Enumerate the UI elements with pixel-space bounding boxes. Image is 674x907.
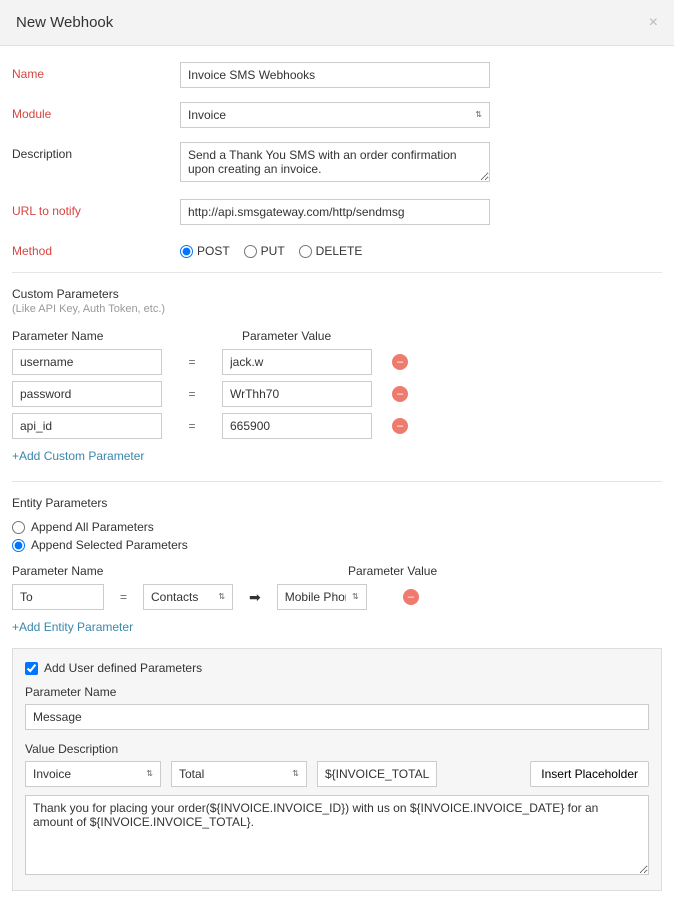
remove-icon[interactable]: – xyxy=(392,386,408,402)
name-input[interactable] xyxy=(180,62,490,88)
custom-param-value-input[interactable] xyxy=(222,349,372,375)
ud-param-name-input[interactable] xyxy=(25,704,649,730)
url-label: URL to notify xyxy=(12,199,180,218)
module-select[interactable]: Invoice xyxy=(180,102,490,128)
value-desc-select2[interactable]: Total xyxy=(171,761,307,787)
description-textarea[interactable]: Send a Thank You SMS with an order confi… xyxy=(180,142,490,182)
equals-icon: = xyxy=(162,355,222,369)
remove-icon[interactable]: – xyxy=(403,589,419,605)
ud-param-name-label: Parameter Name xyxy=(25,685,649,699)
custom-param-row: = – xyxy=(12,349,662,375)
message-textarea[interactable]: Thank you for placing your order(${INVOI… xyxy=(25,795,649,875)
param-name-header: Parameter Name xyxy=(12,329,182,343)
entity-params-title: Entity Parameters xyxy=(12,496,662,510)
custom-param-value-input[interactable] xyxy=(222,413,372,439)
entity-param-name-header: Parameter Name xyxy=(12,564,348,578)
custom-param-row: = – xyxy=(12,381,662,407)
value-desc-label: Value Description xyxy=(25,742,649,756)
append-selected-radio[interactable]: Append Selected Parameters xyxy=(12,538,662,552)
custom-param-name-input[interactable] xyxy=(12,349,162,375)
method-post-radio[interactable]: POST xyxy=(180,244,230,258)
user-defined-section: Add User defined Parameters Parameter Na… xyxy=(12,648,662,891)
placeholder-value-input[interactable] xyxy=(317,761,437,787)
custom-params-subtitle: (Like API Key, Auth Token, etc.) xyxy=(12,303,662,315)
close-icon[interactable]: × xyxy=(649,14,658,32)
insert-placeholder-button[interactable]: Insert Placeholder xyxy=(530,761,649,787)
add-entity-param-link[interactable]: +Add Entity Parameter xyxy=(12,620,133,634)
custom-param-name-input[interactable] xyxy=(12,413,162,439)
method-label: Method xyxy=(12,239,180,258)
entity-source-select[interactable]: Contacts xyxy=(143,584,233,610)
url-input[interactable] xyxy=(180,199,490,225)
arrow-right-icon: ➡ xyxy=(249,589,261,606)
append-all-radio[interactable]: Append All Parameters xyxy=(12,520,662,534)
remove-icon[interactable]: – xyxy=(392,354,408,370)
entity-param-name-input[interactable] xyxy=(12,584,104,610)
method-delete-radio[interactable]: DELETE xyxy=(299,244,363,258)
name-label: Name xyxy=(12,62,180,81)
method-put-radio[interactable]: PUT xyxy=(244,244,285,258)
custom-param-name-input[interactable] xyxy=(12,381,162,407)
dialog-body: Name Module Invoice ⇅ Description Send a… xyxy=(0,46,674,907)
custom-params-title: Custom Parameters xyxy=(12,287,662,301)
module-label: Module xyxy=(12,102,180,121)
value-desc-select1[interactable]: Invoice xyxy=(25,761,161,787)
entity-target-select[interactable]: Mobile Phone xyxy=(277,584,367,610)
custom-param-row: = – xyxy=(12,413,662,439)
param-value-header: Parameter Value xyxy=(242,329,412,343)
dialog-header: New Webhook × xyxy=(0,0,674,46)
equals-icon: = xyxy=(162,419,222,433)
equals-icon: = xyxy=(120,590,127,604)
equals-icon: = xyxy=(162,387,222,401)
add-custom-param-link[interactable]: +Add Custom Parameter xyxy=(12,449,144,463)
custom-param-value-input[interactable] xyxy=(222,381,372,407)
user-defined-checkbox[interactable] xyxy=(25,662,38,675)
entity-param-row: = Contacts ⇅ ➡ Mobile Phone ⇅ – xyxy=(12,584,662,610)
user-defined-label: Add User defined Parameters xyxy=(44,661,202,675)
remove-icon[interactable]: – xyxy=(392,418,408,434)
entity-param-value-header: Parameter Value xyxy=(348,564,437,578)
dialog-title: New Webhook xyxy=(16,14,658,31)
description-label: Description xyxy=(12,142,180,161)
